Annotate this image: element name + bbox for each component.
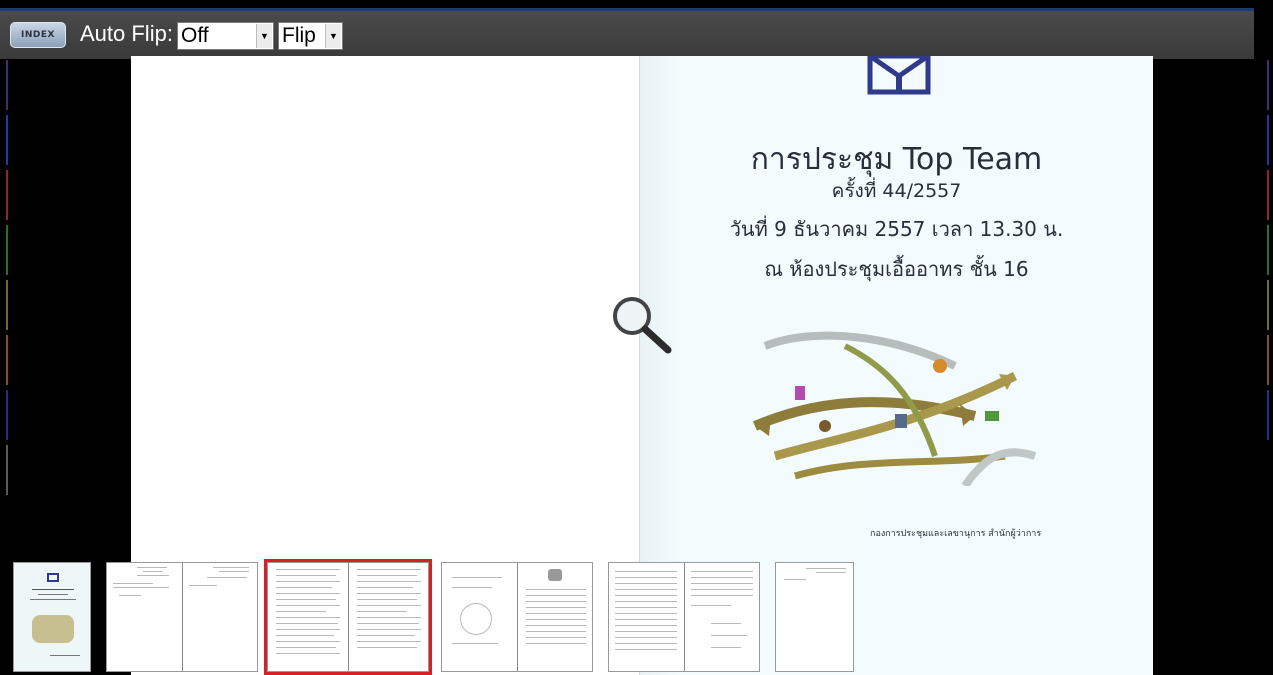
index-button[interactable]: INDEX [10,22,66,48]
thumbnail-page-right [182,563,257,671]
thumbnail-page-left [268,563,348,671]
index-book-icon: INDEX [21,30,55,40]
cover-room: ณ ห้องประชุมเอื้ออาทร ชั้น 16 [764,257,1029,281]
thumbnail-page-right [348,563,428,671]
thumbnail-logo-icon [47,573,59,582]
thumbnail-emblem-icon [548,569,562,581]
thumbnail-pages-8-9[interactable] [608,562,760,672]
cover-session: ครั้งที่ 44/2557 [831,180,962,202]
org-logo-icon [867,56,931,95]
thumbnail-page-10[interactable] [775,562,854,672]
flip-mode-value: Flip [282,24,316,47]
thumbnail-page-left [107,563,182,671]
viewer-toolbar: INDEX Auto Flip: Off ▼ Flip ▼ [0,8,1254,59]
chevron-down-icon[interactable]: ▼ [256,24,272,48]
cover-date: วันที่ 9 ธันวาคม 2557 เวลา 13.30 น. [729,217,1064,241]
flip-mode-select[interactable]: Flip ▼ [278,22,343,50]
thumbnail-page-left [442,563,517,671]
autoflip-select[interactable]: Off ▼ [177,22,274,50]
thumbnail-art [32,615,74,643]
magnifier-icon[interactable] [610,294,674,354]
thumbnail-page-right [517,563,592,671]
thumbnail-pages-2-3[interactable] [106,562,258,672]
cover-footer: กองการประชุมและเลขานุการ สำนักผู้ว่าการ [870,529,1042,539]
thumbnail-page-right [684,563,759,671]
thumbnail-cover[interactable] [13,562,91,672]
thumbnail-page-left [609,563,684,671]
chevron-down-icon[interactable]: ▼ [325,24,341,48]
thumbnail-pages-4-5[interactable] [264,559,432,675]
autoflip-label: Auto Flip: [80,21,173,46]
cover-illustration [753,331,1037,486]
thumbnail-pages-6-7[interactable] [441,562,593,672]
autoflip-value: Off [181,24,209,47]
